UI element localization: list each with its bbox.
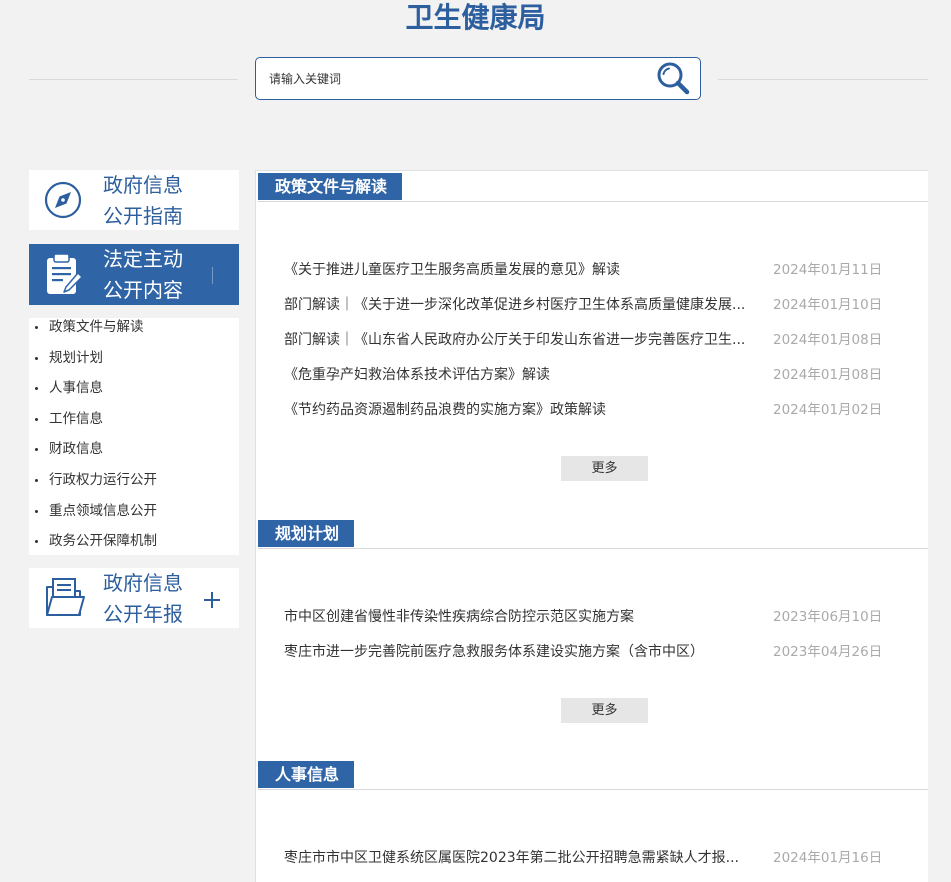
sidebar-label-line: 政府信息 xyxy=(103,571,183,595)
sidebar-label-line: 政府信息 xyxy=(103,173,183,197)
news-item-date: 2024年01月16日 xyxy=(773,850,883,866)
search-button[interactable] xyxy=(654,60,694,98)
submenu-item[interactable]: 规划计划 xyxy=(29,343,239,374)
news-item-title[interactable]: 部门解读｜《关于进一步深化改革促进乡村医疗卫生体系高质量健康发展... xyxy=(284,288,766,323)
section-planning: 规划计划 市中区创建省慢性非传染性疾病综合防控示范区实施方案 2023年06月1… xyxy=(258,520,928,723)
bullet-icon xyxy=(35,448,38,452)
news-item: 部门解读｜《山东省人民政府办公厅关于印发山东省进一步完善医疗卫生... 2024… xyxy=(284,323,904,358)
news-item: 枣庄市市中区卫健系统区属医院2023年第二批公开招聘急需紧缺人才报... 202… xyxy=(284,841,904,876)
submenu-item[interactable]: 政务公开保障机制 xyxy=(29,526,239,557)
sidebar-item-guide[interactable]: 政府信息 公开指南 xyxy=(29,170,239,230)
submenu-item-label: 政策文件与解读 xyxy=(49,319,144,335)
sidebar-submenu-list: 政策文件与解读 规划计划 人事信息 工作信息 财政信息 行政权力运行公开 重点领… xyxy=(29,312,239,557)
bullet-icon xyxy=(35,326,38,329)
news-item: 枣庄市进一步完善院前医疗急救服务体系建设实施方案（含市中区） 2023年04月2… xyxy=(284,635,904,670)
news-item: 《关于推进儿童医疗卫生服务高质量发展的意见》解读 2024年01月11日 xyxy=(284,253,904,288)
search-icon[interactable] xyxy=(654,60,694,98)
submenu-item[interactable]: 重点领域信息公开 xyxy=(29,496,239,527)
news-item: 部门解读｜《关于进一步深化改革促进乡村医疗卫生体系高质量健康发展... 2024… xyxy=(284,288,904,323)
bullet-icon xyxy=(35,509,38,513)
news-item-title[interactable]: 部门解读｜《山东省人民政府办公厅关于印发山东省进一步完善医疗卫生... xyxy=(284,323,766,358)
section-header: 政策文件与解读 xyxy=(258,173,928,202)
section-tab[interactable]: 政策文件与解读 xyxy=(258,173,403,200)
submenu-item[interactable]: 政策文件与解读 xyxy=(29,312,239,343)
submenu-item[interactable]: 行政权力运行公开 xyxy=(29,465,239,496)
clipboard-icon xyxy=(47,253,83,294)
news-item: 市中区创建省慢性非传染性疾病综合防控示范区实施方案 2023年06月10日 xyxy=(284,600,904,635)
bullet-icon xyxy=(35,356,38,360)
news-item-date: 2024年01月08日 xyxy=(773,332,883,348)
bullet-icon xyxy=(35,478,38,482)
bullet-icon xyxy=(35,540,38,544)
collapse-icon[interactable] xyxy=(212,267,213,284)
submenu-item-label: 行政权力运行公开 xyxy=(49,471,157,488)
submenu-item-label: 工作信息 xyxy=(49,410,103,427)
more-button[interactable]: 更多 xyxy=(561,698,648,723)
section-tab[interactable]: 人事信息 xyxy=(258,761,355,788)
submenu-item[interactable]: 人事信息 xyxy=(29,373,239,404)
section-policy: 政策文件与解读 《关于推进儿童医疗卫生服务高质量发展的意见》解读 2024年01… xyxy=(258,173,928,481)
news-item-date: 2023年04月26日 xyxy=(773,644,883,660)
compass-icon xyxy=(44,181,82,219)
news-item-title[interactable]: 枣庄市进一步完善院前医疗急救服务体系建设实施方案（含市中区） xyxy=(284,635,766,670)
search-bar xyxy=(255,57,701,100)
submenu-item-label: 规划计划 xyxy=(49,349,103,366)
section-tab[interactable]: 规划计划 xyxy=(258,520,355,547)
submenu-item-label: 财政信息 xyxy=(49,441,103,458)
sidebar-label-line: 公开内容 xyxy=(103,278,183,302)
sidebar-item-guide-label: 政府信息 公开指南 xyxy=(103,170,183,232)
sidebar-submenu: 政策文件与解读 规划计划 人事信息 工作信息 财政信息 行政权力运行公开 重点领… xyxy=(29,318,239,555)
sidebar-item-active-label: 法定主动 公开内容 xyxy=(103,244,183,306)
sidebar-item-annual-report[interactable]: 政府信息 公开年报 xyxy=(29,568,239,628)
news-item-date: 2024年01月11日 xyxy=(773,262,883,278)
submenu-item-label: 人事信息 xyxy=(49,380,103,397)
header-divider-right xyxy=(718,79,928,80)
sidebar-item-annual-label: 政府信息 公开年报 xyxy=(103,568,183,630)
news-item-title[interactable]: 市中区创建省慢性非传染性疾病综合防控示范区实施方案 xyxy=(284,600,766,635)
submenu-item-label: 重点领域信息公开 xyxy=(49,502,157,519)
bullet-icon xyxy=(35,417,38,421)
submenu-item[interactable]: 财政信息 xyxy=(29,434,239,465)
news-item-date: 2024年01月08日 xyxy=(773,367,883,383)
page-title: 卫生健康局 xyxy=(405,1,546,34)
section-header: 人事信息 xyxy=(258,761,928,790)
news-list: 《关于推进儿童医疗卫生服务高质量发展的意见》解读 2024年01月11日 部门解… xyxy=(284,253,904,428)
plus-icon[interactable] xyxy=(204,592,220,608)
news-item-title[interactable]: 《关于推进儿童医疗卫生服务高质量发展的意见》解读 xyxy=(284,253,766,288)
search-input[interactable] xyxy=(269,58,649,99)
folder-icon xyxy=(46,578,85,616)
section-personnel: 人事信息 枣庄市市中区卫健系统区属医院2023年第二批公开招聘急需紧缺人才报..… xyxy=(258,761,928,876)
news-item-title[interactable]: 《节约药品资源遏制药品浪费的实施方案》政策解读 xyxy=(284,393,766,428)
news-list: 枣庄市市中区卫健系统区属医院2023年第二批公开招聘急需紧缺人才报... 202… xyxy=(284,841,904,876)
news-item: 《节约药品资源遏制药品浪费的实施方案》政策解读 2024年01月02日 xyxy=(284,393,904,428)
news-list: 市中区创建省慢性非传染性疾病综合防控示范区实施方案 2023年06月10日 枣庄… xyxy=(284,600,904,670)
news-item-title[interactable]: 《危重孕产妇救治体系技术评估方案》解读 xyxy=(284,358,766,393)
header-divider-left xyxy=(29,79,238,80)
sidebar-label-line: 法定主动 xyxy=(103,247,183,271)
news-item-title[interactable]: 枣庄市市中区卫健系统区属医院2023年第二批公开招聘急需紧缺人才报... xyxy=(284,841,766,876)
sidebar-item-active-content[interactable]: 法定主动 公开内容 xyxy=(29,244,239,305)
submenu-item-label: 政务公开保障机制 xyxy=(49,533,157,550)
news-item-date: 2024年01月02日 xyxy=(773,402,883,418)
more-button[interactable]: 更多 xyxy=(561,456,648,481)
bullet-icon xyxy=(35,387,38,391)
news-item-date: 2024年01月10日 xyxy=(773,297,883,313)
news-item: 《危重孕产妇救治体系技术评估方案》解读 2024年01月08日 xyxy=(284,358,904,393)
section-header: 规划计划 xyxy=(258,520,928,549)
submenu-item[interactable]: 工作信息 xyxy=(29,404,239,435)
sidebar-label-line: 公开年报 xyxy=(103,602,183,626)
sidebar-label-line: 公开指南 xyxy=(103,204,183,228)
content-panel: 政策文件与解读 《关于推进儿童医疗卫生服务高质量发展的意见》解读 2024年01… xyxy=(255,170,928,882)
news-item-date: 2023年06月10日 xyxy=(773,609,883,625)
